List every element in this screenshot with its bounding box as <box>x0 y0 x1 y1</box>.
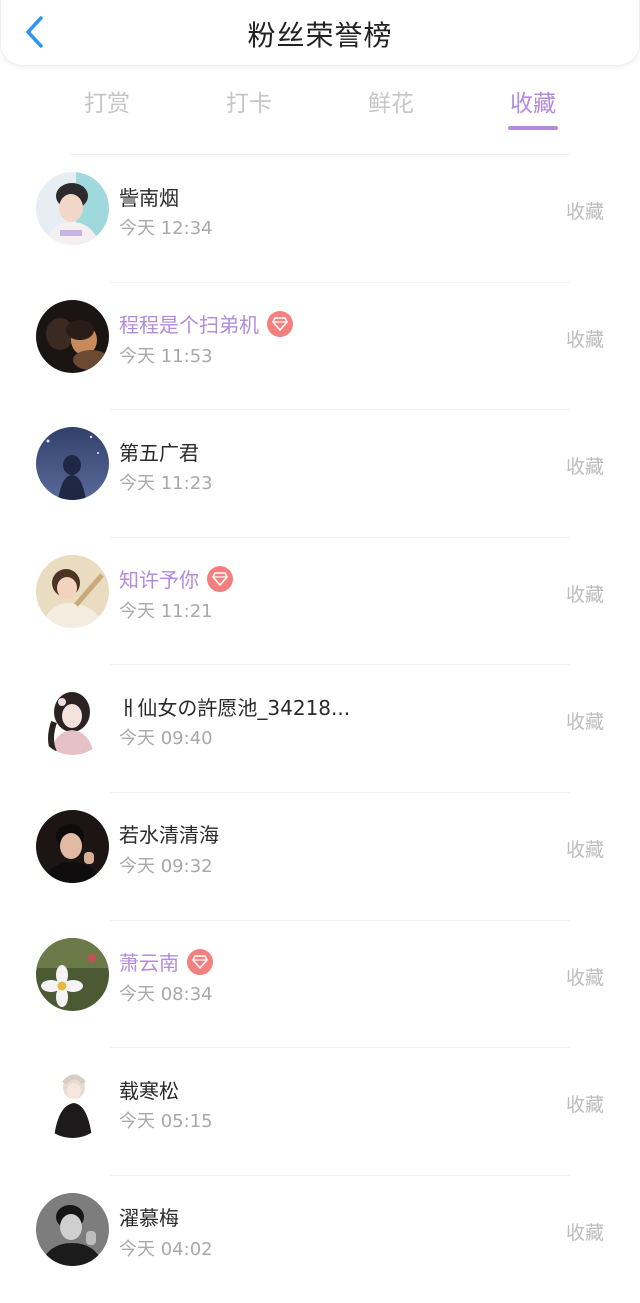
name-line: 第五广君 <box>119 437 199 465</box>
favorite-action[interactable]: 收藏 <box>566 1218 604 1245</box>
diamond-icon <box>207 565 233 592</box>
avatar-man-mono-photo-icon <box>36 1192 109 1266</box>
list-item[interactable]: 知许予你 今天 11:21 收藏 <box>0 538 640 666</box>
avatar-night-sky-photo-icon <box>36 427 109 501</box>
name-line: 知许予你 <box>119 565 233 593</box>
avatar-illustrated-girl-icon <box>36 682 109 756</box>
user-name: 萧云南 <box>119 951 179 976</box>
avatar-dark-couple-photo-icon <box>36 299 109 373</box>
fan-list: 訾南烟 今天 12:34 收藏 程程是个扫弟机 今天 11:53 收藏 第五广君… <box>0 155 640 1303</box>
user-name: 程程是个扫弟机 <box>119 313 259 338</box>
avatar[interactable] <box>36 427 109 501</box>
timestamp: 今天 09:32 <box>119 855 213 877</box>
favorite-action[interactable]: 收藏 <box>566 197 604 224</box>
name-line: 萧云南 <box>119 948 213 976</box>
user-name: 訾南烟 <box>119 185 179 210</box>
avatar[interactable] <box>36 682 109 756</box>
avatar[interactable] <box>36 554 109 628</box>
list-item[interactable]: 若水清清海 今天 09:32 收藏 <box>0 793 640 921</box>
avatar-white-flower-photo-icon <box>36 937 109 1011</box>
timestamp: 今天 09:40 <box>119 728 213 750</box>
favorite-action[interactable]: 收藏 <box>566 580 604 607</box>
favorite-action[interactable]: 收藏 <box>566 1090 604 1117</box>
timestamp: 今天 11:21 <box>119 600 213 622</box>
favorite-action[interactable]: 收藏 <box>566 963 604 990</box>
avatar[interactable] <box>36 1192 109 1266</box>
timestamp: 今天 11:23 <box>119 473 213 495</box>
list-item[interactable]: 萧云南 今天 08:34 收藏 <box>0 921 640 1049</box>
user-name: 载寒松 <box>119 1078 179 1103</box>
avatar[interactable] <box>36 937 109 1011</box>
diamond-icon <box>267 310 293 337</box>
tab-bar: 打赏 打卡 鲜花 收藏 <box>0 84 640 136</box>
favorite-action[interactable]: 收藏 <box>566 325 604 352</box>
name-line: 訾南烟 <box>119 182 179 210</box>
timestamp: 今天 04:02 <box>119 1238 213 1260</box>
top-bar: 粉丝荣誉榜 <box>0 0 640 66</box>
avatar[interactable] <box>36 299 109 373</box>
active-tab-indicator <box>508 126 558 130</box>
timestamp: 今天 05:15 <box>119 1111 213 1133</box>
favorite-action[interactable]: 收藏 <box>566 835 604 862</box>
name-line: ㅐ仙女の許愿池_34218... <box>119 692 350 720</box>
name-line: 程程是个扫弟机 <box>119 310 293 338</box>
tab-favorites[interactable]: 收藏 <box>493 84 573 130</box>
list-item[interactable]: 訾南烟 今天 12:34 收藏 <box>0 155 640 283</box>
favorite-action[interactable]: 收藏 <box>566 452 604 479</box>
tab-favorites-label: 收藏 <box>510 91 556 117</box>
name-line: 濯慕梅 <box>119 1203 179 1231</box>
timestamp: 今天 12:34 <box>119 218 213 239</box>
name-line: 载寒松 <box>119 1075 179 1103</box>
avatar[interactable] <box>36 809 109 883</box>
user-name: 第五广君 <box>119 440 199 465</box>
list-item[interactable]: 载寒松 今天 05:15 收藏 <box>0 1048 640 1176</box>
avatar-girl-photo-icon <box>36 554 109 628</box>
diamond-icon <box>187 948 213 975</box>
list-item[interactable]: 程程是个扫弟机 今天 11:53 收藏 <box>0 283 640 411</box>
list-item[interactable]: 濯慕梅 今天 04:02 收藏 <box>0 1176 640 1303</box>
tab-tip[interactable]: 打赏 <box>67 84 147 118</box>
user-name: ㅐ仙女の許愿池_34218... <box>119 695 351 720</box>
avatar[interactable] <box>36 1065 109 1139</box>
list-item[interactable]: ㅐ仙女の許愿池_34218... 今天 09:40 收藏 <box>0 665 640 793</box>
user-name: 濯慕梅 <box>119 1206 179 1231</box>
timestamp: 今天 08:34 <box>119 983 213 1005</box>
avatar-boy-photo-icon <box>36 172 109 245</box>
user-name: 若水清清海 <box>119 823 219 848</box>
timestamp: 今天 11:53 <box>119 345 213 367</box>
tab-checkin[interactable]: 打卡 <box>209 84 289 118</box>
favorite-action[interactable]: 收藏 <box>566 707 604 734</box>
list-item[interactable]: 第五广君 今天 11:23 收藏 <box>0 410 640 538</box>
avatar[interactable] <box>36 172 109 245</box>
avatar-man-photo-icon <box>36 809 109 883</box>
user-name: 知许予你 <box>119 568 199 593</box>
avatar-anime-figure-icon <box>36 1065 109 1139</box>
tab-flowers[interactable]: 鲜花 <box>351 84 431 118</box>
name-line: 若水清清海 <box>119 820 219 848</box>
page-title: 粉丝荣誉榜 <box>247 19 393 52</box>
